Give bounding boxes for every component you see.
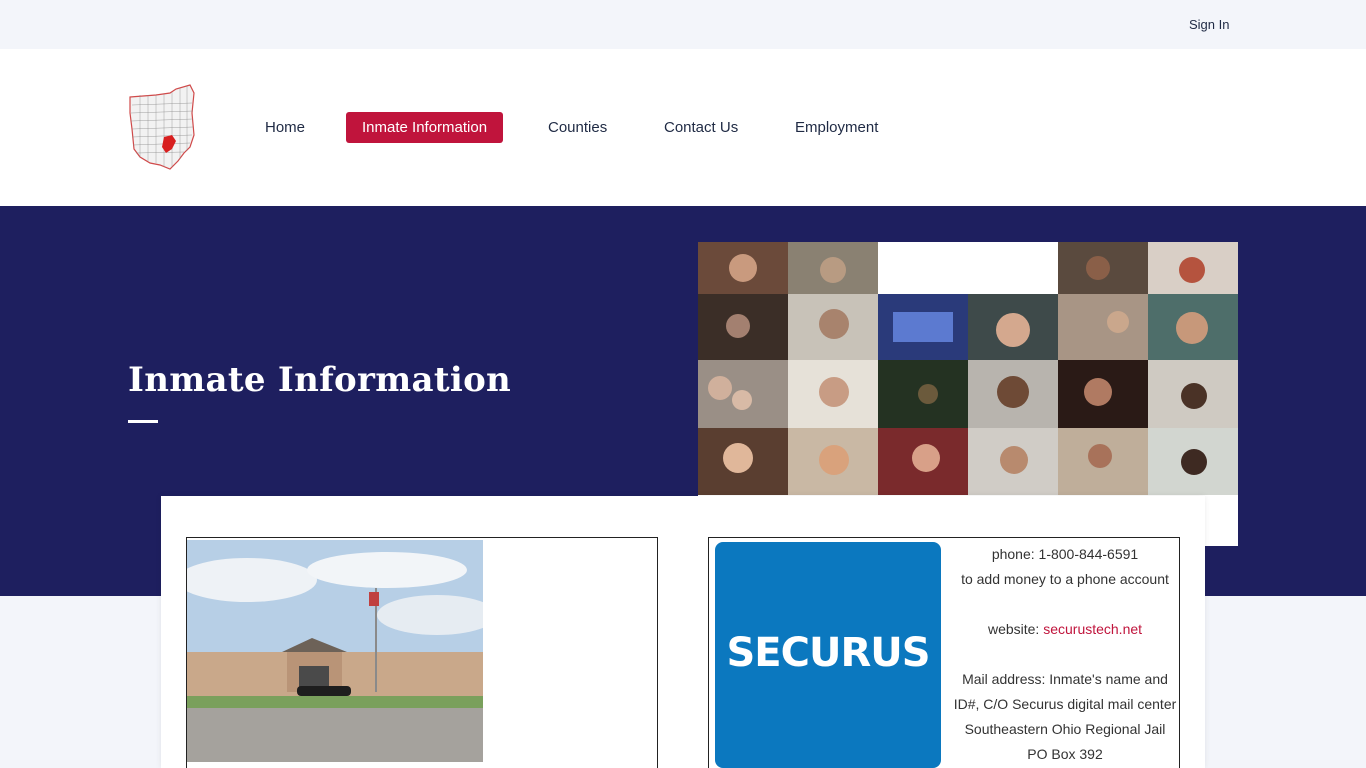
nav-contact-us[interactable]: Contact Us	[664, 112, 738, 143]
securus-logo-text: SECURUS	[726, 630, 930, 676]
jail-building-photo	[187, 540, 483, 762]
video-call-collage-image	[698, 242, 1238, 495]
website-link[interactable]: securustech.net	[1043, 621, 1142, 637]
mail-address-line-4: PO Box 392	[1027, 746, 1103, 762]
phone-note: to add money to a phone account	[961, 571, 1169, 587]
phone-line: phone: 1-800-844-6591	[991, 546, 1139, 562]
nav-home[interactable]: Home	[265, 112, 305, 143]
securus-contact-info: phone: 1-800-844-6591 to add money to a …	[949, 542, 1181, 767]
page-title: Inmate Information	[128, 360, 512, 400]
mail-address-line-3: Southeastern Ohio Regional Jail	[964, 721, 1166, 737]
main-nav: Home Inmate Information Counties Contact…	[0, 112, 1366, 143]
website-label: website:	[987, 621, 1040, 637]
title-underline	[128, 420, 158, 423]
mail-address-line-1: Mail address: Inmate's name and	[962, 671, 1168, 687]
nav-employment[interactable]: Employment	[795, 112, 878, 143]
site-header: Home Inmate Information Counties Contact…	[0, 49, 1366, 206]
jail-photo-box	[186, 537, 658, 768]
nav-counties[interactable]: Counties	[548, 112, 607, 143]
securus-info-box: SECURUS phone: 1-800-844-6591 to add mon…	[708, 537, 1180, 768]
sign-in-link[interactable]: Sign In	[1189, 17, 1229, 32]
mail-address-line-2: ID#, C/O Securus digital mail center	[953, 696, 1177, 712]
website-line: website: securustech.net	[949, 617, 1181, 642]
top-bar: Sign In	[0, 0, 1366, 49]
securus-logo[interactable]: SECURUS	[715, 542, 941, 768]
nav-inmate-information[interactable]: Inmate Information	[346, 112, 504, 143]
